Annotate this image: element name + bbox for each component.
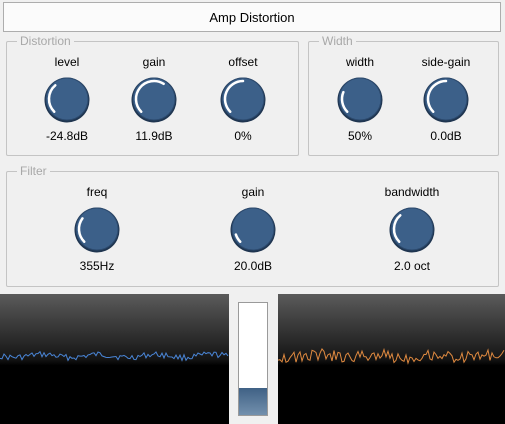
freq-knob[interactable] (72, 204, 122, 254)
distortion-group: Distortion level -24.8dB gain 11.9dB off… (6, 34, 299, 156)
gain-value: 11.9dB (135, 129, 173, 143)
width-control: width 50% (320, 54, 400, 144)
side-gain-control: side-gain 0.0dB (406, 54, 486, 144)
plugin-title-bar: Amp Distortion (3, 2, 501, 32)
filter-gain-label: gain (241, 185, 265, 199)
width-label: width (345, 55, 374, 69)
offset-knob[interactable] (218, 74, 268, 124)
filter-gain-value: 20.0dB (233, 259, 273, 273)
level-value: -24.8dB (45, 129, 89, 143)
side-gain-value: 0.0dB (430, 129, 462, 143)
bandwidth-label: bandwidth (384, 185, 440, 199)
level-meter (231, 294, 276, 424)
level-label: level (54, 55, 80, 69)
freq-value: 355Hz (79, 259, 115, 273)
right-waveform (278, 294, 505, 424)
bandwidth-control: bandwidth 2.0 oct (372, 184, 452, 274)
filter-gain-knob[interactable] (228, 204, 278, 254)
width-value: 50% (347, 129, 373, 143)
gain-label: gain (142, 55, 166, 69)
width-knob[interactable] (335, 74, 385, 124)
gain-knob[interactable] (129, 74, 179, 124)
freq-label: freq (86, 185, 108, 199)
filter-group-label: Filter (17, 164, 50, 178)
freq-control: freq 355Hz (57, 184, 137, 274)
bandwidth-value: 2.0 oct (393, 259, 431, 273)
offset-label: offset (228, 55, 258, 69)
filter-group: Filter freq 355Hz gain 20.0dB bandwidth … (6, 164, 499, 287)
width-group-label: Width (319, 34, 356, 48)
filter-gain-control: gain 20.0dB (213, 184, 293, 274)
offset-value: 0% (234, 129, 252, 143)
left-waveform-scope (0, 294, 229, 424)
bandwidth-knob[interactable] (387, 204, 437, 254)
distortion-group-label: Distortion (17, 34, 74, 48)
level-meter-fill (239, 388, 267, 415)
width-group: Width width 50% side-gain 0.0dB (308, 34, 499, 156)
plugin-title: Amp Distortion (209, 9, 295, 25)
gain-control: gain 11.9dB (114, 54, 194, 144)
side-gain-knob[interactable] (421, 74, 471, 124)
right-waveform-scope (278, 294, 505, 424)
offset-control: offset 0% (203, 54, 283, 144)
level-knob[interactable] (42, 74, 92, 124)
level-meter-track (238, 302, 268, 416)
level-control: level -24.8dB (27, 54, 107, 144)
left-waveform (0, 294, 229, 424)
side-gain-label: side-gain (421, 55, 471, 69)
